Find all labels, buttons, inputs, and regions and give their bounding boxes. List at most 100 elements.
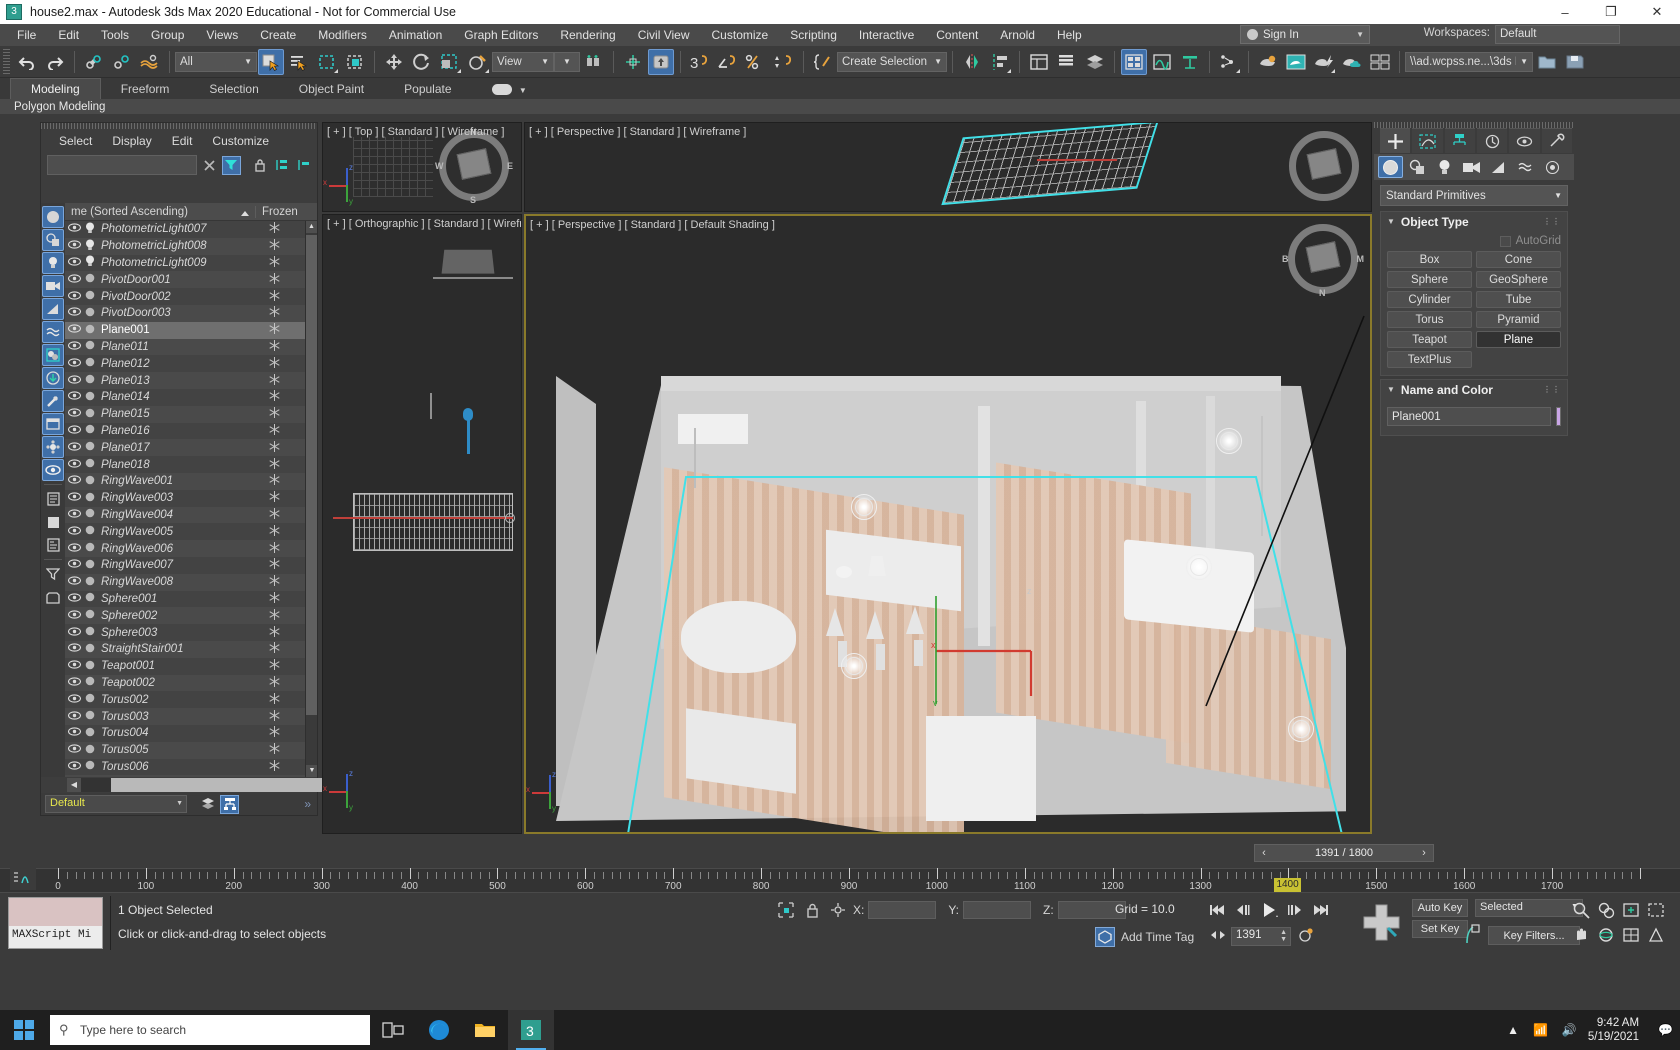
align-button[interactable]: [987, 49, 1013, 75]
table-row[interactable]: Plane001: [65, 322, 305, 339]
visibility-eye-icon[interactable]: [65, 727, 83, 739]
frozen-toggle-icon[interactable]: [243, 441, 305, 455]
object-name-cell[interactable]: Torus005: [97, 744, 243, 756]
object-name-cell[interactable]: Plane014: [97, 391, 243, 403]
sphere-button[interactable]: Sphere: [1387, 271, 1472, 288]
object-name-cell[interactable]: Teapot002: [97, 677, 243, 689]
toolbar-grip[interactable]: [3, 49, 10, 75]
explorer-menu-display[interactable]: Display: [102, 132, 161, 150]
viewport-perspective-label[interactable]: [ + ] [ Perspective ] [ Standard ] [ Def…: [530, 219, 775, 231]
explorer-search-input[interactable]: [47, 155, 197, 175]
object-name-cell[interactable]: RingWave006: [97, 543, 243, 555]
object-name-cell[interactable]: RingWave003: [97, 492, 243, 504]
cone-button[interactable]: Cone: [1476, 251, 1561, 268]
helpers-icon[interactable]: [1486, 156, 1511, 178]
zoom-all-icon[interactable]: [1595, 899, 1617, 921]
frozen-toggle-icon[interactable]: [243, 760, 305, 774]
explorer-menu-edit[interactable]: Edit: [162, 132, 203, 150]
redo-button[interactable]: [42, 49, 68, 75]
table-row[interactable]: RingWave008: [65, 574, 305, 591]
display-layers-icon[interactable]: [42, 488, 64, 510]
table-row[interactable]: RingWave006: [65, 540, 305, 557]
advanced-filter-icon[interactable]: [42, 563, 64, 585]
create-tab[interactable]: [1380, 128, 1410, 153]
shapes-icon[interactable]: [1405, 156, 1430, 178]
frozen-toggle-icon[interactable]: [243, 458, 305, 472]
snap-3d-button[interactable]: 3: [687, 49, 713, 75]
object-name-cell[interactable]: Plane011: [97, 341, 243, 353]
tab-object-paint[interactable]: Object Paint: [279, 79, 384, 99]
object-name-cell[interactable]: PhotometricLight008: [97, 240, 243, 252]
visibility-eye-icon[interactable]: [65, 627, 83, 639]
filter-geometry-icon[interactable]: [42, 206, 64, 228]
visibility-eye-icon[interactable]: [65, 358, 83, 370]
visibility-eye-icon[interactable]: [65, 610, 83, 622]
filter-icon[interactable]: [222, 156, 241, 175]
menu-edit[interactable]: Edit: [47, 25, 90, 45]
edit-named-selection-sets-button[interactable]: [810, 49, 836, 75]
visibility-eye-icon[interactable]: [65, 677, 83, 689]
pyramid-button[interactable]: Pyramid: [1476, 311, 1561, 328]
select-object-button[interactable]: [258, 49, 284, 75]
frozen-toggle-icon[interactable]: [243, 558, 305, 572]
torus-button[interactable]: Torus: [1387, 311, 1472, 328]
select-and-place-button[interactable]: [465, 49, 491, 75]
frozen-toggle-icon[interactable]: [243, 407, 305, 421]
table-row[interactable]: PhotometricLight007: [65, 221, 305, 238]
display-objects-icon[interactable]: [42, 511, 64, 533]
viewport-orthographic[interactable]: [ + ] [ Orthographic ] [ Standard ] [ Wi…: [322, 214, 522, 834]
collapse-all-icon[interactable]: [294, 156, 313, 175]
frozen-toggle-icon[interactable]: [243, 693, 305, 707]
bind-to-space-warp-icon[interactable]: [137, 49, 163, 75]
table-row[interactable]: PivotDoor001: [65, 271, 305, 288]
frozen-toggle-icon[interactable]: [243, 508, 305, 522]
play-animation-button[interactable]: [1257, 899, 1281, 921]
frozen-toggle-icon[interactable]: [243, 726, 305, 740]
visibility-eye-icon[interactable]: [65, 643, 83, 655]
table-row[interactable]: PivotDoor003: [65, 305, 305, 322]
reference-coordinate-system-combo[interactable]: View ▼: [492, 52, 554, 72]
snaps-toggle-button[interactable]: [620, 49, 646, 75]
task-view-button[interactable]: [370, 1010, 416, 1050]
frozen-toggle-icon[interactable]: [243, 256, 305, 270]
workspace-select[interactable]: Default: [1495, 25, 1620, 44]
start-button[interactable]: [0, 1010, 48, 1050]
explorer-menu-select[interactable]: Select: [49, 132, 102, 150]
project-folder-icon[interactable]: [1534, 49, 1560, 75]
object-color-swatch[interactable]: [1556, 407, 1561, 426]
visibility-eye-icon[interactable]: [65, 459, 83, 471]
table-row[interactable]: Torus003: [65, 708, 305, 725]
close-button[interactable]: ✕: [1634, 0, 1680, 24]
go-to-start-button[interactable]: [1205, 899, 1229, 921]
rollout-drag-handle[interactable]: ⋮⋮: [1543, 217, 1561, 226]
taskbar-search-input[interactable]: ⚲ Type here to search: [50, 1015, 370, 1045]
table-row[interactable]: Plane012: [65, 355, 305, 372]
object-name-cell[interactable]: Torus006: [97, 761, 243, 773]
utilities-tab[interactable]: [1542, 128, 1572, 153]
project-folder-combo[interactable]: \\ad.wcpss.ne...\3ds Max 2020 ▼: [1405, 52, 1533, 72]
object-name-cell[interactable]: RingWave004: [97, 509, 243, 521]
menu-group[interactable]: Group: [140, 25, 195, 45]
filter-xrefs-icon[interactable]: [42, 367, 64, 389]
systems-icon[interactable]: [1540, 156, 1565, 178]
motion-tab[interactable]: [1477, 128, 1507, 153]
textplus-button[interactable]: TextPlus: [1387, 351, 1472, 368]
set-key-button[interactable]: Set Key: [1412, 920, 1468, 938]
viewport-orthographic-label[interactable]: [ + ] [ Orthographic ] [ Standard ] [ Wi…: [327, 218, 522, 230]
visibility-eye-icon[interactable]: [65, 391, 83, 403]
box-button[interactable]: Box: [1387, 251, 1472, 268]
set-keys-button[interactable]: [1360, 901, 1404, 945]
visibility-eye-icon[interactable]: [65, 240, 83, 252]
object-name-cell[interactable]: RingWave007: [97, 559, 243, 571]
table-row[interactable]: RingWave007: [65, 557, 305, 574]
table-row[interactable]: PhotometricLight008: [65, 238, 305, 255]
frozen-toggle-icon[interactable]: [243, 290, 305, 304]
table-row[interactable]: Sphere003: [65, 624, 305, 641]
visibility-eye-icon[interactable]: [65, 274, 83, 286]
filter-containers-icon[interactable]: [42, 413, 64, 435]
object-name-cell[interactable]: PhotometricLight007: [97, 223, 243, 235]
container-filter-icon[interactable]: [42, 586, 64, 608]
frozen-toggle-icon[interactable]: [243, 710, 305, 724]
explorer-overflow-icon[interactable]: »: [304, 797, 317, 811]
menu-file[interactable]: File: [6, 25, 47, 45]
